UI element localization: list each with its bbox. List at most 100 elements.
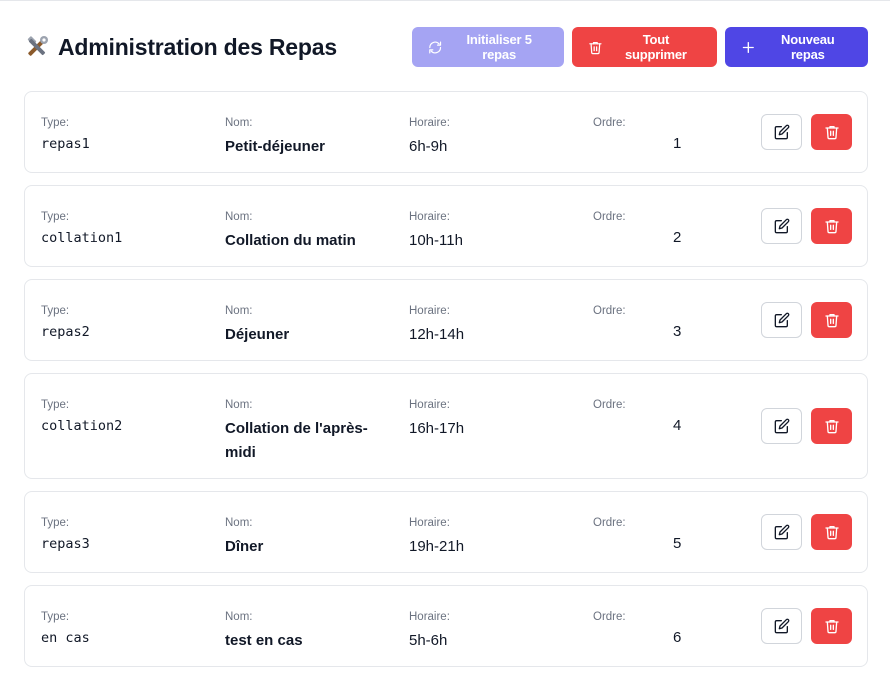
type-value: repas3: [41, 536, 90, 552]
name-value: Dîner: [225, 538, 264, 555]
name-field: Nom: Déjeuner: [225, 304, 385, 347]
type-label: Type:: [41, 399, 70, 411]
trash-icon: [824, 220, 839, 234]
delete-all-button[interactable]: Tout supprimer: [572, 27, 717, 67]
hours-field: Horaire: 12h-14h: [409, 304, 464, 347]
order-field: Ordre:: [593, 116, 626, 130]
title-group: Administration des Repas: [24, 34, 337, 61]
name-field: Nom: Dîner: [225, 516, 385, 559]
trash-icon: [824, 420, 839, 434]
trash-icon: [824, 126, 839, 140]
name-value: Collation du matin: [225, 232, 356, 249]
page-frame: Administration des Repas Initialiser 5 r…: [0, 0, 890, 674]
edit-button[interactable]: [761, 114, 802, 150]
edit-button[interactable]: [761, 408, 802, 444]
order-value: 2: [673, 229, 682, 246]
meal-card: Type: en cas Nom: test en cas Horaire: 5…: [24, 585, 868, 667]
hours-value: 5h-6h: [409, 632, 448, 649]
new-meal-button[interactable]: Nouveau repas: [725, 27, 868, 67]
hours-value: 19h-21h: [409, 538, 465, 555]
page-header: Administration des Repas Initialiser 5 r…: [24, 27, 868, 67]
name-field: Nom: Petit-déjeuner: [225, 116, 385, 159]
trash-icon: [589, 41, 602, 54]
hours-label: Horaire:: [409, 305, 450, 317]
type-field: Type: repas2: [41, 304, 90, 340]
page-title: Administration des Repas: [58, 33, 337, 60]
type-label: Type:: [41, 211, 70, 223]
delete-button[interactable]: [811, 302, 852, 338]
type-value: repas2: [41, 324, 90, 340]
refresh-icon: [429, 41, 442, 53]
delete-button[interactable]: [811, 114, 852, 150]
edit-button[interactable]: [761, 302, 802, 338]
trash-icon: [824, 620, 839, 634]
order-field: Ordre:: [593, 610, 626, 624]
delete-button[interactable]: [811, 208, 852, 244]
hours-field: Horaire: 10h-11h: [409, 210, 463, 253]
order-label: Ordre:: [593, 399, 626, 411]
type-label: Type:: [41, 611, 70, 623]
type-field: Type: repas3: [41, 516, 90, 552]
name-label: Nom:: [225, 211, 253, 223]
type-value: repas1: [41, 136, 90, 152]
edit-icon: [774, 524, 789, 540]
initialize-meals-label: Initialiser 5 repas: [466, 32, 532, 62]
hours-label: Horaire:: [409, 117, 450, 129]
initialize-meals-button[interactable]: Initialiser 5 repas: [412, 27, 564, 67]
hours-value: 10h-11h: [409, 232, 463, 249]
meal-card: Type: repas3 Nom: Dîner Horaire: 19h-21h…: [24, 491, 868, 573]
hours-label: Horaire:: [409, 611, 450, 623]
hours-field: Horaire: 6h-9h: [409, 116, 450, 159]
type-field: Type: repas1: [41, 116, 90, 152]
new-meal-label: Nouveau repas: [781, 32, 835, 62]
hours-field: Horaire: 16h-17h: [409, 398, 464, 441]
meal-card: Type: collation1 Nom: Collation du matin…: [24, 185, 868, 267]
name-label: Nom:: [225, 517, 253, 529]
order-label: Ordre:: [593, 517, 626, 529]
delete-button[interactable]: [811, 514, 852, 550]
name-value: Petit-déjeuner: [225, 138, 326, 155]
edit-icon: [774, 218, 789, 234]
delete-button[interactable]: [811, 608, 852, 644]
edit-icon: [774, 418, 789, 434]
hours-field: Horaire: 19h-21h: [409, 516, 464, 559]
edit-button[interactable]: [761, 208, 802, 244]
trash-icon: [824, 314, 839, 328]
delete-all-label: Tout supprimer: [625, 32, 687, 62]
plus-icon: [742, 41, 754, 53]
meal-card: Type: repas2 Nom: Déjeuner Horaire: 12h-…: [24, 279, 868, 361]
hours-value: 12h-14h: [409, 326, 465, 343]
name-field: Nom: Collation du matin: [225, 210, 385, 253]
order-label: Ordre:: [593, 305, 626, 317]
order-field: Ordre:: [593, 304, 626, 318]
name-value: Déjeuner: [225, 326, 290, 343]
delete-button[interactable]: [811, 408, 852, 444]
order-label: Ordre:: [593, 611, 626, 623]
header-actions: Initialiser 5 repas Tout supprimer Nouve…: [412, 27, 868, 67]
name-value: test en cas: [225, 632, 303, 649]
order-field: Ordre:: [593, 210, 626, 224]
type-field: Type: en cas: [41, 610, 90, 646]
name-label: Nom:: [225, 305, 253, 317]
order-value: 5: [673, 535, 682, 552]
type-label: Type:: [41, 117, 70, 129]
name-value: Collation de l'après-midi: [225, 420, 368, 461]
type-value: collation1: [41, 230, 123, 246]
order-value: 6: [673, 629, 682, 646]
hours-label: Horaire:: [409, 211, 450, 223]
name-label: Nom:: [225, 611, 253, 623]
edit-icon: [774, 312, 789, 328]
order-value: 1: [673, 135, 682, 152]
order-value: 3: [673, 323, 682, 340]
type-label: Type:: [41, 517, 70, 529]
order-field: Ordre:: [593, 398, 626, 412]
order-label: Ordre:: [593, 117, 626, 129]
hours-value: 16h-17h: [409, 420, 465, 437]
edit-button[interactable]: [761, 514, 802, 550]
type-label: Type:: [41, 305, 70, 317]
type-value: en cas: [41, 630, 90, 646]
edit-button[interactable]: [761, 608, 802, 644]
name-label: Nom:: [225, 117, 253, 129]
type-field: Type: collation2: [41, 398, 122, 434]
name-label: Nom:: [225, 399, 253, 411]
